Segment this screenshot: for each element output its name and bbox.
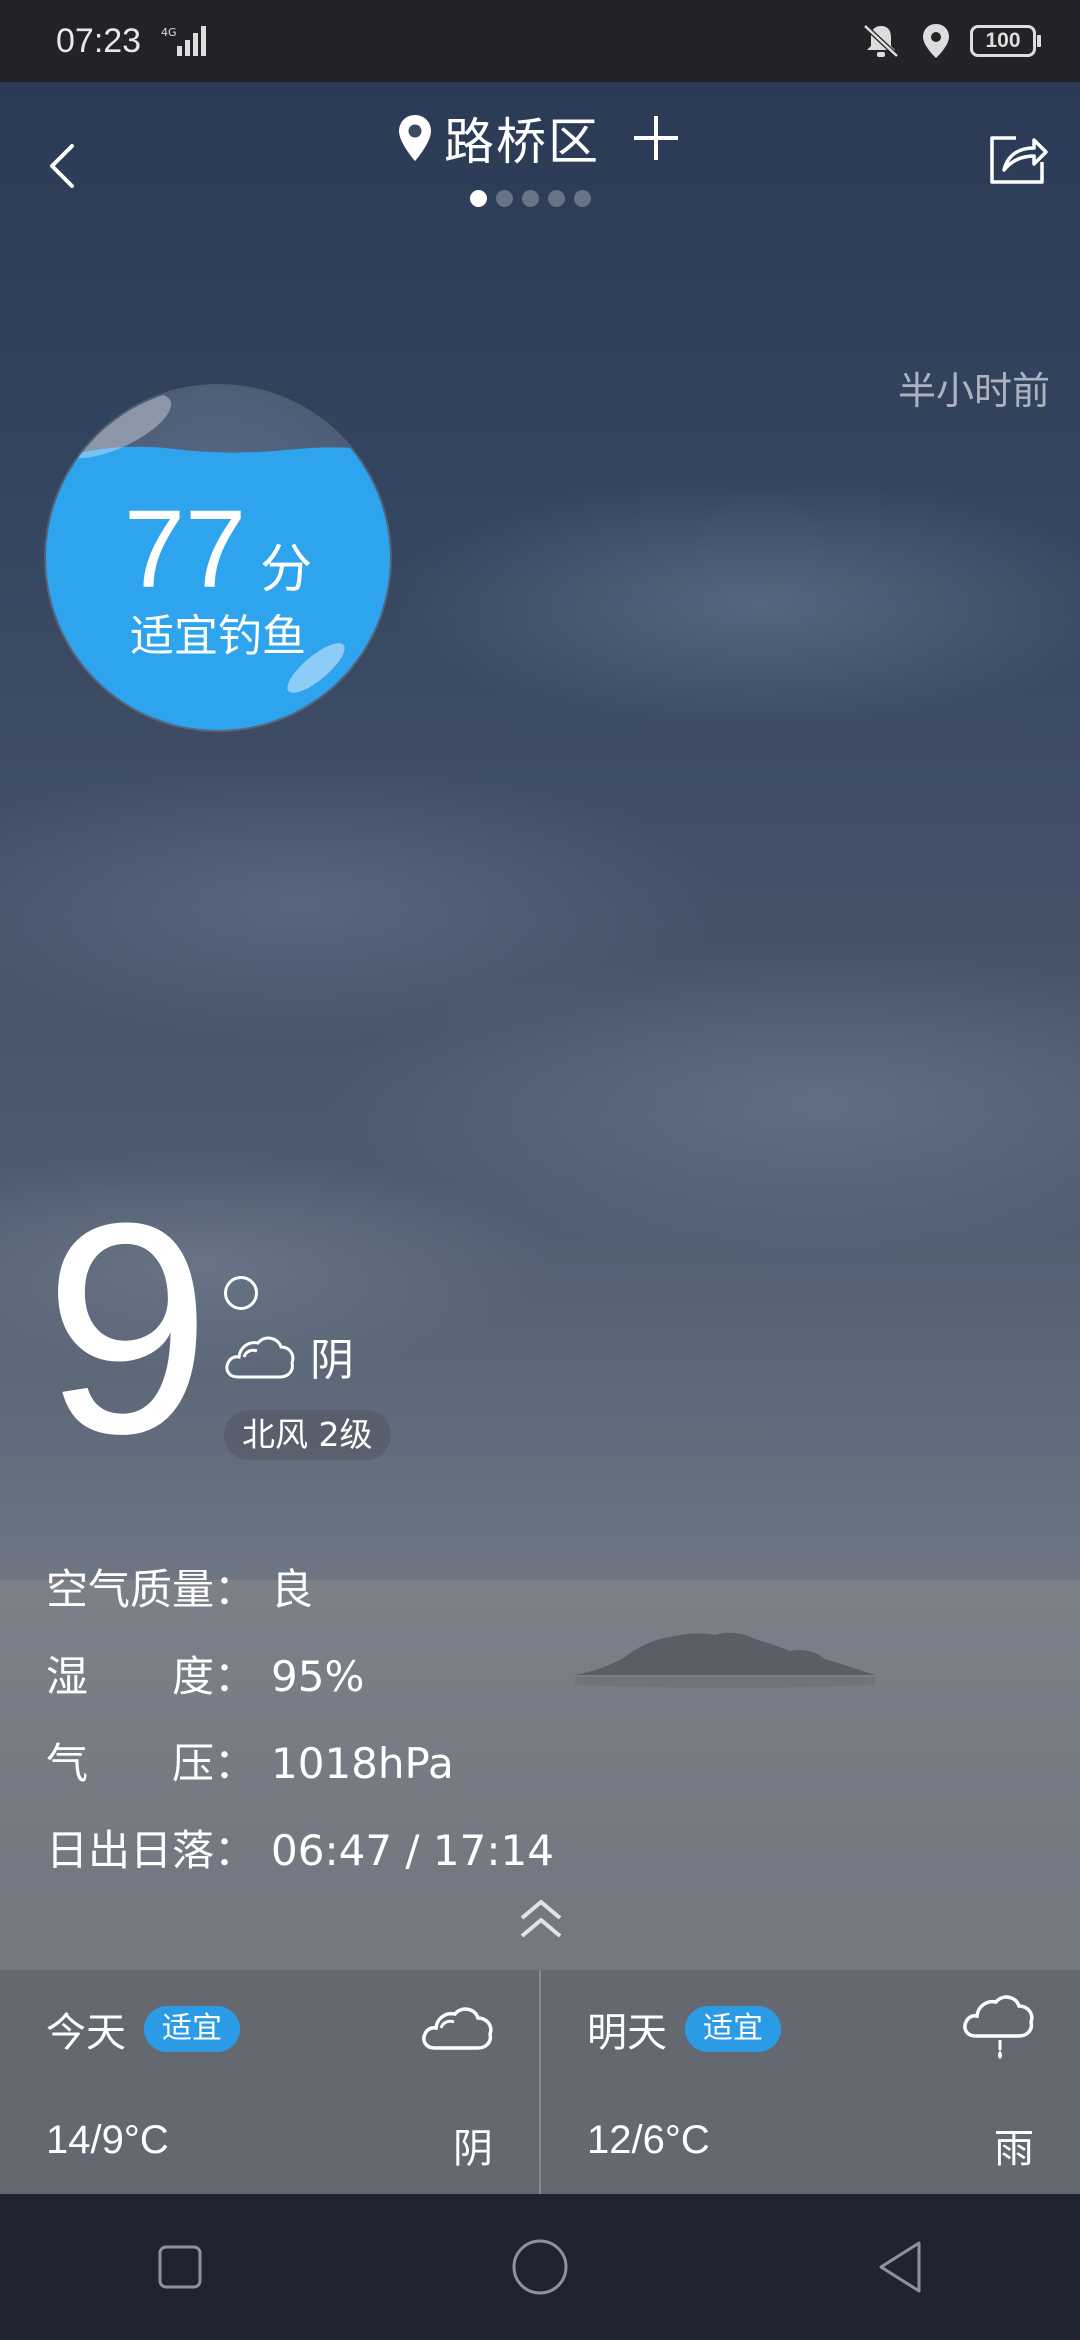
wind-badge: 北风 2级 (224, 1410, 391, 1460)
system-nav-bar (0, 2194, 1080, 2340)
location-icon (923, 24, 949, 58)
cloudy-icon (225, 1336, 295, 1379)
home-circle-icon[interactable] (510, 2237, 570, 2297)
share-icon[interactable] (986, 128, 1050, 188)
degree-symbol (224, 1276, 258, 1310)
current-condition: 阴 (222, 1324, 354, 1388)
location-name: 路桥区 (444, 113, 600, 171)
detail-sunrise-sunset: 日出日落： 06:47 / 17:14 (46, 1817, 554, 1878)
suitability-badge: 适宜 (144, 2006, 240, 2052)
update-time: 半小时前 (897, 369, 1050, 413)
forecast-condition: 雨 (994, 2126, 1034, 2172)
fishing-score-unit: 分 (260, 540, 313, 600)
condition-text: 阴 (310, 1335, 354, 1386)
forecast-range: 12/6°C (587, 2118, 710, 2162)
back-triangle-icon-glyph (879, 2241, 921, 2293)
status-time: 07:23 (56, 21, 142, 60)
forecast-range: 14/9°C (46, 2118, 169, 2162)
rain-icon (963, 1995, 1034, 2059)
detail-label: 日出日落： (46, 1826, 257, 1875)
recents-square-icon-glyph (158, 2245, 202, 2289)
add-icon[interactable] (628, 110, 684, 166)
detail-label: 空气质量： (46, 1565, 257, 1614)
forecast-card-today[interactable]: 今天 适宜 14/9°C 阴 (0, 1970, 539, 2194)
current-temperature: 9 (44, 1160, 211, 1496)
page-dot[interactable] (548, 190, 565, 207)
detail-value: 1018hPa (271, 1739, 454, 1788)
recents-square-icon[interactable] (150, 2237, 210, 2297)
forecast-cards: 今天 适宜 14/9°C 阴 明天 适宜 12/6°C 雨 (0, 1970, 1080, 2194)
home-circle-icon-glyph (512, 2239, 568, 2295)
signal-icon: 4G (161, 26, 207, 56)
forecast-day: 今天 (46, 2010, 126, 2056)
forecast-card-tomorrow[interactable]: 明天 适宜 12/6°C 雨 (539, 1970, 1080, 2194)
battery-icon: 100 (970, 25, 1041, 57)
page-dot[interactable] (496, 190, 513, 207)
detail-pressure: 气 压： 1018hPa (46, 1730, 454, 1791)
page-dot[interactable] (574, 190, 591, 207)
back-triangle-icon[interactable] (870, 2237, 930, 2297)
island-silhouette (575, 1632, 875, 1688)
page-dot[interactable] (522, 190, 539, 207)
cloudy-icon (422, 2007, 493, 2050)
detail-label: 湿 度： (46, 1652, 257, 1701)
fishing-score-row: 77 分 (46, 486, 390, 613)
fishing-score: 77 (123, 488, 247, 611)
location-pin-icon (399, 115, 431, 161)
page-dot[interactable] (470, 190, 487, 207)
svg-text:4G: 4G (161, 26, 177, 39)
detail-value: 06:47 / 17:14 (271, 1826, 554, 1875)
detail-humidity: 湿 度： 95% (46, 1643, 364, 1704)
fishing-label: 适宜钓鱼 (130, 611, 306, 662)
detail-value: 95% (271, 1652, 365, 1701)
detail-value: 良 (271, 1565, 314, 1614)
mute-vibrate-icon (863, 24, 899, 58)
page-indicator (470, 190, 591, 207)
forecast-day: 明天 (587, 2010, 667, 2056)
forecast-condition: 阴 (453, 2126, 493, 2172)
location-header[interactable]: 路桥区 (0, 102, 1080, 174)
suitability-badge: 适宜 (685, 2006, 781, 2052)
status-bar: 07:23 4G 100 (0, 0, 1080, 82)
detail-label: 气 压： (46, 1739, 257, 1788)
expand-up-icon[interactable] (516, 1896, 566, 1946)
detail-air-quality: 空气质量： 良 (46, 1556, 313, 1617)
fishing-index-bubble[interactable]: 77 分 适宜钓鱼 (46, 386, 390, 730)
